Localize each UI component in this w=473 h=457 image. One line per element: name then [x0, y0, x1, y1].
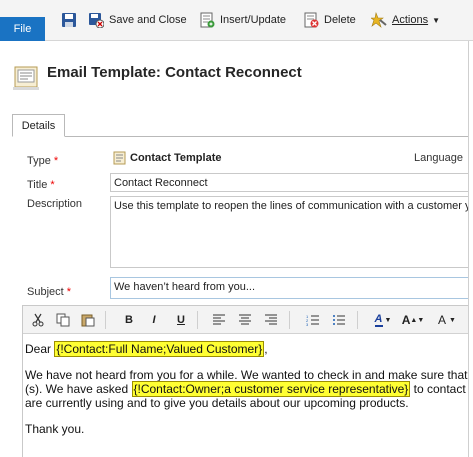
align-right-icon[interactable]	[262, 312, 280, 328]
font-family-button[interactable]: A ▼	[435, 312, 459, 328]
actions-menu-button[interactable]: Actions ▼	[370, 9, 440, 31]
numbered-list-icon[interactable]: 123	[304, 312, 322, 328]
italic-button[interactable]: I	[145, 312, 163, 328]
type-value: Contact Template	[113, 151, 221, 165]
body-line: (s). We have asked	[25, 382, 132, 396]
toolbar-divider	[197, 311, 198, 329]
save-and-close-label: Save and Close	[109, 14, 187, 26]
actions-icon	[370, 11, 387, 28]
align-left-icon[interactable]	[210, 312, 228, 328]
svg-text:3: 3	[306, 322, 309, 326]
required-marker: *	[53, 155, 59, 167]
command-ribbon: File Save and Close Insert/Update Delete…	[0, 0, 473, 41]
salutation-line: Dear {!Contact:Full Name;Valued Customer…	[25, 341, 473, 357]
tab-details[interactable]: Details	[12, 114, 65, 137]
type-value-text: Contact Template	[130, 152, 222, 164]
toolbar-divider	[357, 311, 358, 329]
underline-button[interactable]: U	[172, 312, 190, 328]
required-marker: *	[66, 286, 71, 298]
full-name-slug[interactable]: {!Contact:Full Name;Valued Customer}	[54, 341, 265, 357]
delete-label: Delete	[324, 14, 356, 26]
required-marker: *	[50, 179, 55, 191]
subject-label-row: Subject *	[27, 286, 71, 298]
form-header: Email Template: Contact Reconnect	[0, 42, 473, 112]
type-label: Type	[27, 155, 51, 167]
file-tab[interactable]: File	[0, 17, 45, 41]
body-line: to contact	[410, 382, 466, 396]
tab-strip: Details	[12, 114, 473, 137]
save-and-close-icon	[88, 12, 105, 29]
toolbar-divider	[289, 311, 290, 329]
title-label: Title	[27, 179, 48, 191]
font-color-icon: A	[374, 312, 383, 327]
font-family-icon: A	[438, 313, 447, 327]
template-icon	[113, 151, 126, 165]
delete-icon	[303, 12, 319, 28]
insert-update-label: Insert/Update	[220, 14, 287, 26]
actions-label: Actions	[392, 14, 429, 26]
font-color-button[interactable]: A ▼	[371, 312, 395, 328]
description-label: Description	[27, 198, 83, 210]
cut-icon[interactable]	[29, 312, 47, 328]
email-body-editor[interactable]: B I U 123 A ▼ A ▲ ▼ A ▼ Dear {!Contact:F…	[22, 305, 473, 457]
email-template-icon	[12, 64, 40, 92]
align-center-icon[interactable]	[236, 312, 254, 328]
paste-icon[interactable]	[79, 312, 97, 328]
form-right-border	[468, 41, 473, 457]
delete-button[interactable]: Delete	[303, 9, 356, 31]
editor-toolbar: B I U 123 A ▼ A ▲ ▼ A ▼	[23, 306, 473, 334]
bold-button[interactable]: B	[120, 312, 138, 328]
toolbar-divider	[105, 311, 106, 329]
save-icon	[61, 12, 77, 28]
bulleted-list-icon[interactable]	[330, 312, 348, 328]
title-label-row: Title *	[27, 179, 55, 191]
chevron-down-icon: ▼	[432, 15, 440, 25]
font-size-button[interactable]: A ▲ ▼	[401, 312, 425, 328]
save-and-close-button[interactable]: Save and Close	[88, 9, 187, 31]
salutation-comma: ,	[264, 342, 268, 356]
chevron-down-icon: ▼	[384, 316, 392, 324]
email-body-content[interactable]: Dear {!Contact:Full Name;Valued Customer…	[23, 341, 473, 448]
page-title: Email Template: Contact Reconnect	[47, 64, 302, 81]
chevron-up-icon: ▲	[410, 316, 418, 324]
chevron-down-icon: ▼	[449, 316, 456, 324]
chevron-down-icon: ▼	[417, 316, 425, 324]
type-label-row: Type *	[27, 155, 58, 167]
insert-update-button[interactable]: Insert/Update	[199, 9, 286, 31]
title-input[interactable]: Contact Reconnect	[110, 173, 473, 192]
font-size-icon: A	[401, 313, 411, 327]
body-line: We have not heard from you for a while. …	[25, 368, 468, 382]
closing-line: Thank you.	[25, 422, 85, 436]
body-paragraph: We have not heard from you for a while. …	[25, 368, 473, 410]
salutation-text: Dear	[25, 342, 55, 356]
owner-slug[interactable]: {!Contact:Owner;a customer service repre…	[131, 381, 411, 397]
save-icon-button[interactable]	[61, 9, 82, 31]
subject-input[interactable]: We haven’t heard from you...	[110, 277, 473, 299]
description-textarea[interactable]: Use this template to reopen the lines of…	[110, 196, 473, 268]
language-label: Language	[414, 152, 463, 164]
copy-icon[interactable]	[54, 312, 72, 328]
body-line: are currently using and to give you deta…	[25, 396, 409, 410]
subject-label: Subject	[27, 286, 64, 298]
insert-update-icon	[199, 12, 215, 28]
